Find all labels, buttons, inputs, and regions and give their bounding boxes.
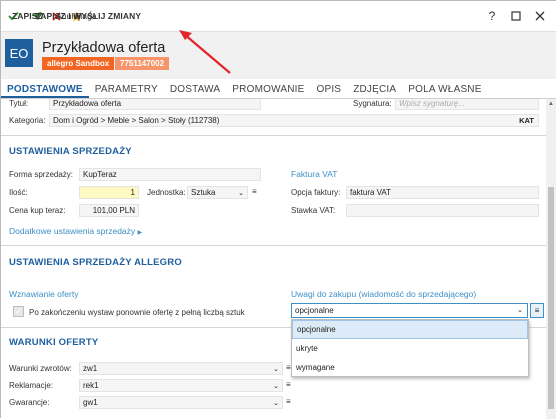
complaints-select[interactable]: rek1 ⌄ <box>79 379 283 392</box>
complaints-value: rek1 <box>83 381 99 390</box>
category-value: Dom i Ogród > Meble > Salon > Stoły (112… <box>53 116 220 125</box>
title-label: Tytuł: <box>9 99 29 108</box>
tab-bar: PODSTAWOWE PARAMETRY DOSTAWA PROMOWANIE … <box>1 79 556 99</box>
close-window-button[interactable] <box>528 1 552 31</box>
invoice-select[interactable]: faktura VAT <box>346 186 539 199</box>
returns-label: Warunki zwrotów: <box>9 364 72 373</box>
notes-dropdown-list: opcjonalne ukryte wymagane <box>291 319 529 377</box>
category-label: Kategoria: <box>9 116 46 125</box>
invoice-value: faktura VAT <box>350 188 392 197</box>
complaints-menu-icon[interactable]: ≡ <box>286 380 291 389</box>
save-button[interactable]: ZAPISZ <box>5 1 43 31</box>
category-field[interactable]: Dom i Ogród > Meble > Salon > Stoły (112… <box>49 114 539 127</box>
avatar: EO <box>5 39 33 67</box>
unit-select[interactable]: Sztuka ⌄ <box>187 186 248 199</box>
form-field: KupTeraz <box>79 168 261 181</box>
section-allegro-settings: USTAWIENIA SPRZEDAŻY ALLEGRO <box>9 257 182 268</box>
returns-select[interactable]: zw1 ⌄ <box>79 362 283 375</box>
chevron-down-icon: ⌄ <box>517 307 523 314</box>
notes-heading: Uwagi do zakupu (wiadomość do sprzedając… <box>291 289 477 299</box>
unit-value: Sztuka <box>191 188 216 197</box>
tab-dostawa[interactable]: DOSTAWA <box>164 84 226 98</box>
signature-placeholder: Wpisz sygnaturę... <box>399 99 465 108</box>
flag-label: Flaga <box>75 11 97 21</box>
price-value: 101,00 PLN <box>92 206 135 215</box>
vat-rate-select[interactable] <box>346 204 539 217</box>
tab-pola-wlasne[interactable]: POLA WŁASNE <box>402 84 487 98</box>
signature-label: Sygnatura: <box>353 99 392 108</box>
section-offer-terms: WARUNKI OFERTY <box>9 337 99 348</box>
title-value: Przykładowa oferta <box>53 99 122 108</box>
complaints-label: Reklamacje: <box>9 381 54 390</box>
resume-checkbox-label: Po zakończeniu wystaw ponownie ofertę z … <box>29 308 245 317</box>
tab-zdjecia[interactable]: ZDJĘCIA <box>347 84 402 98</box>
scroll-up-icon[interactable]: ▲ <box>548 101 554 107</box>
chevron-down-icon: ⌄ <box>273 400 279 407</box>
section-sales-settings: USTAWIENIA SPRZEDAŻY <box>9 146 132 157</box>
notes-menu-icon[interactable]: ≡ <box>530 303 544 318</box>
price-input[interactable]: 101,00 PLN <box>79 204 139 217</box>
quantity-value: 1 <box>130 188 135 197</box>
resume-heading: Wznawianie oferty <box>9 289 79 299</box>
dropdown-option-opcjonalne[interactable]: opcjonalne <box>292 320 528 339</box>
maximize-button[interactable] <box>504 1 528 31</box>
more-sales-settings-label: Dodatkowe ustawienia sprzedaży <box>9 226 136 236</box>
tab-promowanie[interactable]: PROMOWANIE <box>226 84 310 98</box>
chevron-down-icon: ⌄ <box>238 190 244 197</box>
maximize-icon <box>511 11 521 21</box>
more-sales-settings-link[interactable]: Dodatkowe ustawienia sprzedaży ▶ <box>9 226 142 236</box>
price-label: Cena kup teraz: <box>9 206 66 215</box>
warranty-value: gw1 <box>83 398 98 407</box>
scrollbar[interactable]: ▲ <box>546 99 556 419</box>
help-button[interactable]: ? <box>480 1 504 31</box>
tab-parametry[interactable]: PARAMETRY <box>89 84 164 98</box>
warranty-select[interactable]: gw1 ⌄ <box>79 396 283 409</box>
dropdown-option-ukryte[interactable]: ukryte <box>292 339 528 358</box>
divider <box>1 245 546 246</box>
window-controls: ? <box>480 1 552 31</box>
unit-menu-icon[interactable]: ≡ <box>252 187 257 196</box>
chevron-down-icon: ⌄ <box>273 366 279 373</box>
warranty-menu-icon[interactable]: ≡ <box>286 397 291 406</box>
form-label: Forma sprzedaży: <box>9 170 74 179</box>
quantity-input[interactable]: 1 <box>79 186 139 199</box>
page-title: Przykładowa oferta <box>42 40 166 56</box>
offer-window: ZAPISZ ZAPISZ I WYŚLIJ ZMIANY Anuluj Fla… <box>0 0 556 419</box>
offer-id-badge: 7751147002 <box>115 57 170 70</box>
scrollbar-thumb[interactable] <box>548 187 554 409</box>
toolbar: ZAPISZ ZAPISZ I WYŚLIJ ZMIANY Anuluj Fla… <box>1 1 556 31</box>
close-window-icon <box>535 11 545 21</box>
warranty-label: Gwarancje: <box>9 398 50 407</box>
category-kat-button[interactable]: KAT <box>519 116 534 125</box>
notes-select[interactable]: opcjonalne ⌄ <box>291 303 528 318</box>
returns-menu-icon[interactable]: ≡ <box>286 363 291 372</box>
unit-label: Jednostka: <box>147 188 186 197</box>
title-field[interactable]: Przykładowa oferta <box>49 99 261 110</box>
offer-header: EO Przykładowa oferta allegro Sandbox 77… <box>1 31 556 79</box>
vat-rate-label: Stawka VAT: <box>291 206 336 215</box>
signature-input[interactable]: Wpisz sygnaturę... <box>395 99 539 110</box>
divider <box>1 135 546 136</box>
chevron-right-icon: ▶ <box>137 230 143 236</box>
notes-value: opcjonalne <box>295 306 334 315</box>
chevron-down-icon: ⌄ <box>273 383 279 390</box>
vat-heading: Faktura VAT <box>291 169 338 179</box>
dropdown-option-wymagane[interactable]: wymagane <box>292 358 528 377</box>
form-value: KupTeraz <box>83 170 117 179</box>
returns-value: zw1 <box>83 364 98 373</box>
invoice-label: Opcja faktury: <box>291 188 341 197</box>
tab-podstawowe[interactable]: PODSTAWOWE <box>1 84 89 98</box>
resume-checkbox[interactable]: ✓ <box>13 306 24 317</box>
quantity-label: Ilość: <box>9 188 28 197</box>
environment-badge: allegro Sandbox <box>42 57 115 70</box>
tab-opis[interactable]: OPIS <box>310 84 347 98</box>
